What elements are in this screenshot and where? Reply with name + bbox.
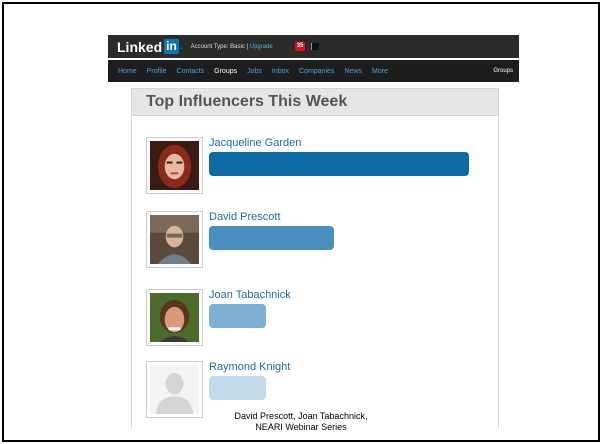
account-type-label: Account Type: Basic | — [190, 43, 249, 50]
linkedin-navbar: Home Profile Contacts Groups Jobs Inbox Compan… — [108, 60, 519, 82]
influencer-row: David Prescott — [146, 211, 486, 271]
account-type: Account Type: Basic | Upgrade — [191, 44, 273, 50]
notification-count-badge[interactable]: 35 — [294, 42, 306, 51]
profile-photo — [150, 365, 199, 414]
influencer-name-link[interactable]: Joan Tabachnick — [209, 289, 291, 301]
profile-photo — [150, 215, 199, 264]
profile-photo — [150, 141, 199, 190]
avatar[interactable] — [146, 137, 203, 194]
avatar[interactable] — [146, 361, 203, 418]
influencer-name-link[interactable]: Raymond Knight — [209, 361, 290, 373]
logo-text: Linked — [117, 38, 163, 55]
caption-line-2: NEARI Webinar Series — [255, 422, 347, 432]
flag-icon[interactable] — [311, 43, 320, 50]
influencer-name-link[interactable]: David Prescott — [209, 211, 281, 223]
avatar[interactable] — [146, 289, 203, 346]
slide-caption: David Prescott, Joan Tabachnick, NEARI W… — [0, 411, 602, 433]
panel-title: Top Influencers This Week — [146, 93, 348, 110]
nav-item-companies[interactable]: Companies — [299, 68, 334, 75]
top-influencers-panel: Top Influencers This Week Jacqueline Gar… — [131, 88, 499, 428]
nav-item-home[interactable]: Home — [118, 68, 137, 75]
avatar[interactable] — [146, 211, 203, 268]
influencer-row: Jacqueline Garden — [146, 137, 486, 197]
nav-item-more[interactable]: More — [372, 68, 388, 75]
upgrade-link[interactable]: Upgrade — [250, 44, 273, 50]
nav-item-news[interactable]: News — [344, 68, 362, 75]
influencer-row: Joan Tabachnick — [146, 289, 486, 349]
nav-item-inbox[interactable]: Inbox — [272, 68, 289, 75]
influencer-name-link[interactable]: Jacqueline Garden — [209, 137, 301, 149]
logo-in-badge: in — [164, 39, 179, 54]
influence-bar — [209, 304, 266, 328]
search-scope-select[interactable]: Groups — [493, 68, 513, 74]
caption-line-1: David Prescott, Joan Tabachnick, — [234, 411, 368, 421]
influence-bar — [209, 376, 266, 400]
profile-photo — [150, 293, 199, 342]
influence-bar — [209, 226, 334, 250]
linkedin-logo[interactable]: Linked in . — [117, 39, 183, 55]
nav-item-jobs[interactable]: Jobs — [247, 68, 262, 75]
linkedin-topbar: Linked in . Account Type: Basic | Upgrad… — [108, 35, 519, 58]
panel-header: Top Influencers This Week — [132, 89, 498, 116]
logo-dot: . — [179, 41, 183, 52]
nav-item-contacts[interactable]: Contacts — [177, 68, 205, 75]
nav-item-groups[interactable]: Groups — [214, 68, 237, 75]
influence-bar — [209, 152, 469, 176]
nav-item-profile[interactable]: Profile — [147, 68, 167, 75]
